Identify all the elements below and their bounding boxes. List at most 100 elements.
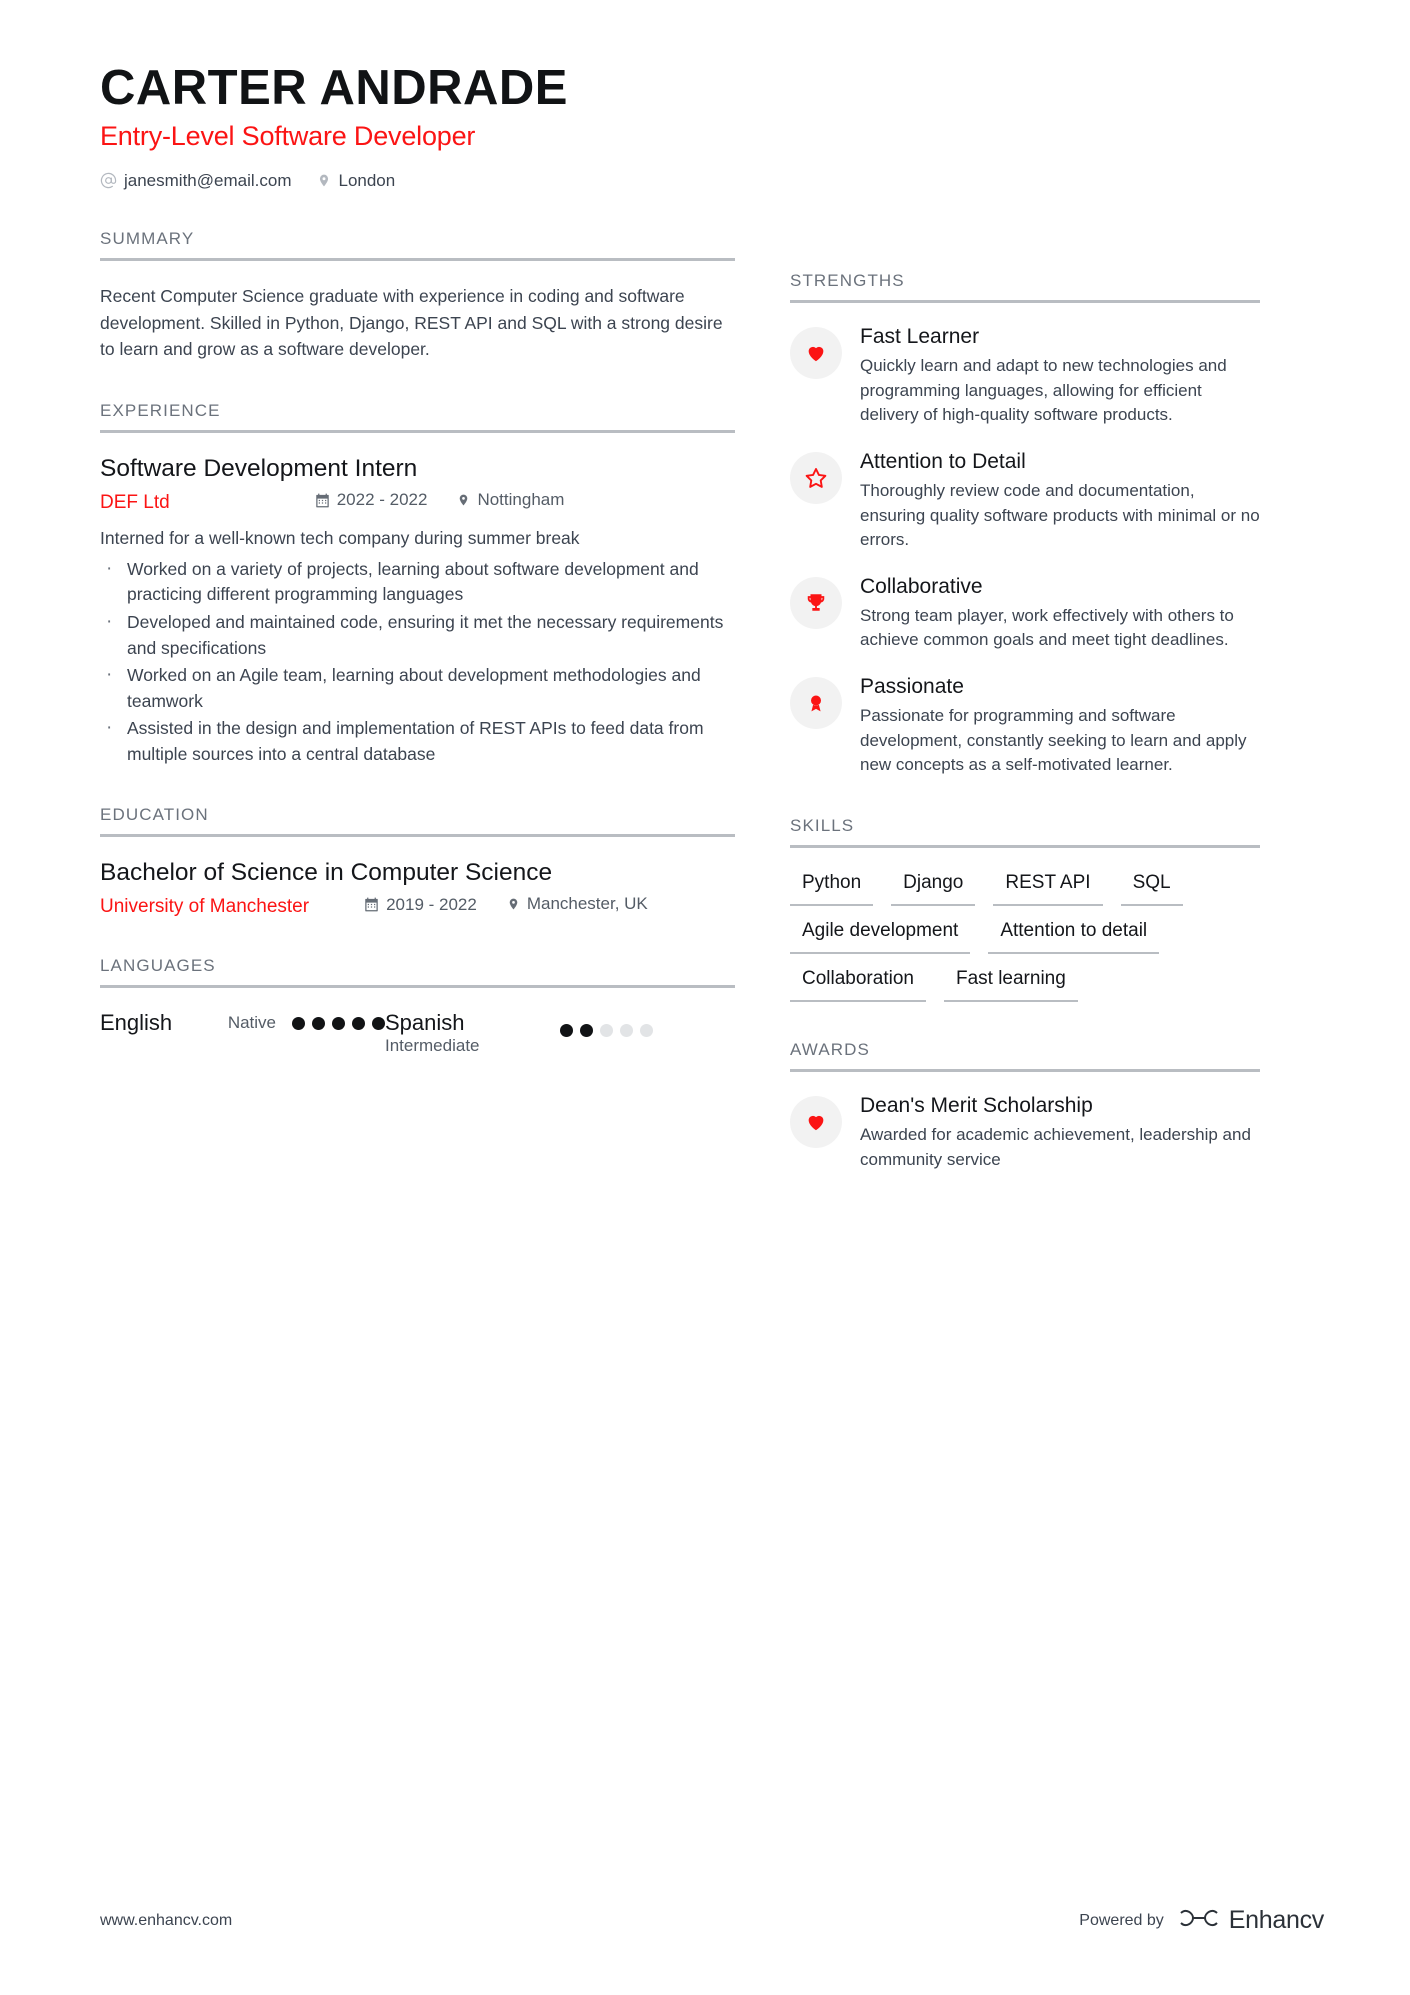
language-rating-dots (560, 1024, 653, 1038)
section-divider (790, 1069, 1260, 1073)
experience-location: Nottingham (457, 490, 564, 510)
section-title-skills: SKILLS (790, 816, 855, 836)
experience-description: Interned for a well-known tech company d… (100, 527, 580, 548)
section-experience: EXPERIENCE Software Development Intern D… (100, 401, 735, 768)
page-title: CARTER ANDRADE (100, 61, 568, 115)
section-title-strengths: STRENGTHS (790, 271, 905, 290)
strength-item: Fast Learner Quickly learn and adapt to … (790, 325, 1260, 428)
section-summary: SUMMARY Recent Computer Science graduate… (100, 229, 735, 363)
skills-list: Python Django REST API SQL Agile develop… (790, 870, 1260, 1003)
calendar-icon (315, 493, 330, 508)
award-title: Dean's Merit Scholarship (860, 1094, 1093, 1118)
left-column: CARTER ANDRADE Entry-Level Software Deve… (100, 62, 790, 1172)
skill-tag: Attention to detail (988, 918, 1160, 955)
strength-desc: Thoroughly review code and documentation… (860, 480, 1260, 550)
section-title-experience: EXPERIENCE (100, 400, 221, 420)
contact-email-text: janesmith@email.com (124, 170, 292, 190)
experience-entry: Software Development Intern DEF Ltd 2022… (100, 455, 735, 768)
strength-title: Fast Learner (860, 325, 980, 348)
strength-title: Collaborative (860, 574, 983, 598)
strength-item: Attention to Detail Thoroughly review co… (790, 450, 1260, 553)
experience-job-title: Software Development Intern (100, 454, 418, 482)
section-divider (100, 985, 735, 989)
language-level: Native (227, 1013, 276, 1033)
strength-item: Passionate Passionate for programming an… (790, 675, 1260, 778)
skill-tag: Agile development (790, 918, 971, 955)
language-item-english: English Native (100, 1010, 385, 1056)
education-dates-text: 2019 - 2022 (386, 894, 477, 914)
location-pin-icon (457, 492, 470, 508)
rating-dot (352, 1016, 365, 1030)
experience-bullet: Worked on an Agile team, learning about … (100, 661, 735, 714)
award-item: Dean's Merit Scholarship Awarded for aca… (790, 1094, 1260, 1172)
medal-icon (790, 677, 842, 730)
rating-dot (600, 1024, 613, 1038)
skill-tag: SQL (1120, 870, 1183, 907)
summary-text: Recent Computer Science graduate with ex… (100, 285, 723, 360)
award-desc: Awarded for academic achievement, leader… (860, 1125, 1251, 1169)
strength-title: Attention to Detail (860, 449, 1026, 473)
enhancv-brand-name: Enhancv (1228, 1906, 1325, 1934)
location-pin-icon (317, 172, 331, 189)
experience-dates-text: 2022 - 2022 (336, 490, 428, 510)
skill-tag: Django (891, 870, 976, 907)
section-title-summary: SUMMARY (100, 228, 195, 248)
footer-url[interactable]: www.enhancv.com (100, 1912, 232, 1930)
experience-bullet: Worked on a variety of projects, learnin… (100, 555, 735, 608)
section-divider (100, 429, 735, 433)
experience-meta: DEF Ltd 2022 - 2022 Nottingham (100, 490, 735, 514)
education-degree: Bachelor of Science in Computer Science (100, 859, 553, 887)
award-body: Dean's Merit Scholarship Awarded for aca… (860, 1094, 1260, 1172)
strength-body: Passionate Passionate for programming an… (860, 675, 1260, 778)
experience-bullet: Developed and maintained code, ensuring … (100, 608, 735, 661)
resume-columns: CARTER ANDRADE Entry-Level Software Deve… (0, 0, 1410, 1172)
section-skills: SKILLS Python Django REST API SQL Agile … (790, 816, 1260, 1003)
section-divider (100, 257, 735, 261)
section-divider (790, 845, 1260, 849)
footer-brand-group: Powered by Enhancv (1079, 1906, 1324, 1935)
contact-row: janesmith@email.com London (100, 171, 735, 191)
rating-dot (292, 1016, 305, 1030)
experience-bullets: Worked on a variety of projects, learnin… (100, 555, 735, 767)
strength-body: Fast Learner Quickly learn and adapt to … (860, 325, 1260, 428)
job-title: Entry-Level Software Developer (100, 120, 476, 151)
skill-tag: REST API (993, 870, 1103, 907)
section-title-awards: AWARDS (790, 1040, 870, 1060)
experience-company: DEF Ltd (100, 491, 170, 513)
resume-page: CARTER ANDRADE Entry-Level Software Deve… (0, 0, 1410, 1995)
skill-tag: Python (790, 870, 874, 907)
rating-dot (332, 1016, 345, 1030)
skill-tag: Collaboration (790, 966, 926, 1003)
strength-desc: Quickly learn and adapt to new technolog… (860, 356, 1227, 425)
language-rating-dots (292, 1016, 385, 1030)
section-education: EDUCATION Bachelor of Science in Compute… (100, 805, 735, 918)
language-item-spanish: Spanish Intermediate (385, 1010, 670, 1056)
contact-location: London (317, 171, 395, 191)
rating-dot (372, 1016, 385, 1030)
education-school: University of Manchester (100, 896, 310, 918)
enhancv-brand: Enhancv (1178, 1906, 1324, 1935)
location-pin-icon (507, 896, 520, 912)
section-title-education: EDUCATION (100, 805, 209, 825)
enhancv-logo-icon (1178, 1906, 1220, 1935)
strength-desc: Strong team player, work effectively wit… (860, 605, 1234, 650)
strength-item: Collaborative Strong team player, work e… (790, 575, 1260, 653)
strength-body: Attention to Detail Thoroughly review co… (860, 450, 1260, 553)
contact-email[interactable]: janesmith@email.com (100, 171, 291, 191)
experience-location-text: Nottingham (477, 489, 565, 509)
experience-dates: 2022 - 2022 (315, 490, 428, 510)
trophy-icon (790, 576, 842, 629)
education-meta: University of Manchester 2019 - 2022 Man… (100, 894, 735, 918)
rating-dot (580, 1024, 593, 1038)
language-level: Intermediate (385, 1036, 480, 1056)
section-awards: AWARDS Dean's Merit Scholarship Awarded … (790, 1040, 1260, 1172)
right-column: STRENGTHS Fast Learner Quickly learn and… (790, 62, 1260, 1172)
experience-bullet: Assisted in the design and implementatio… (100, 714, 735, 767)
section-languages: LANGUAGES English Native Spanish Interme (100, 956, 735, 1056)
contact-location-text: London (338, 170, 396, 190)
education-location-text: Manchester, UK (526, 894, 648, 914)
rating-dot (560, 1024, 573, 1038)
education-dates: 2019 - 2022 (364, 895, 477, 915)
strength-desc: Passionate for programming and software … (860, 706, 1247, 775)
section-divider (790, 300, 1260, 303)
